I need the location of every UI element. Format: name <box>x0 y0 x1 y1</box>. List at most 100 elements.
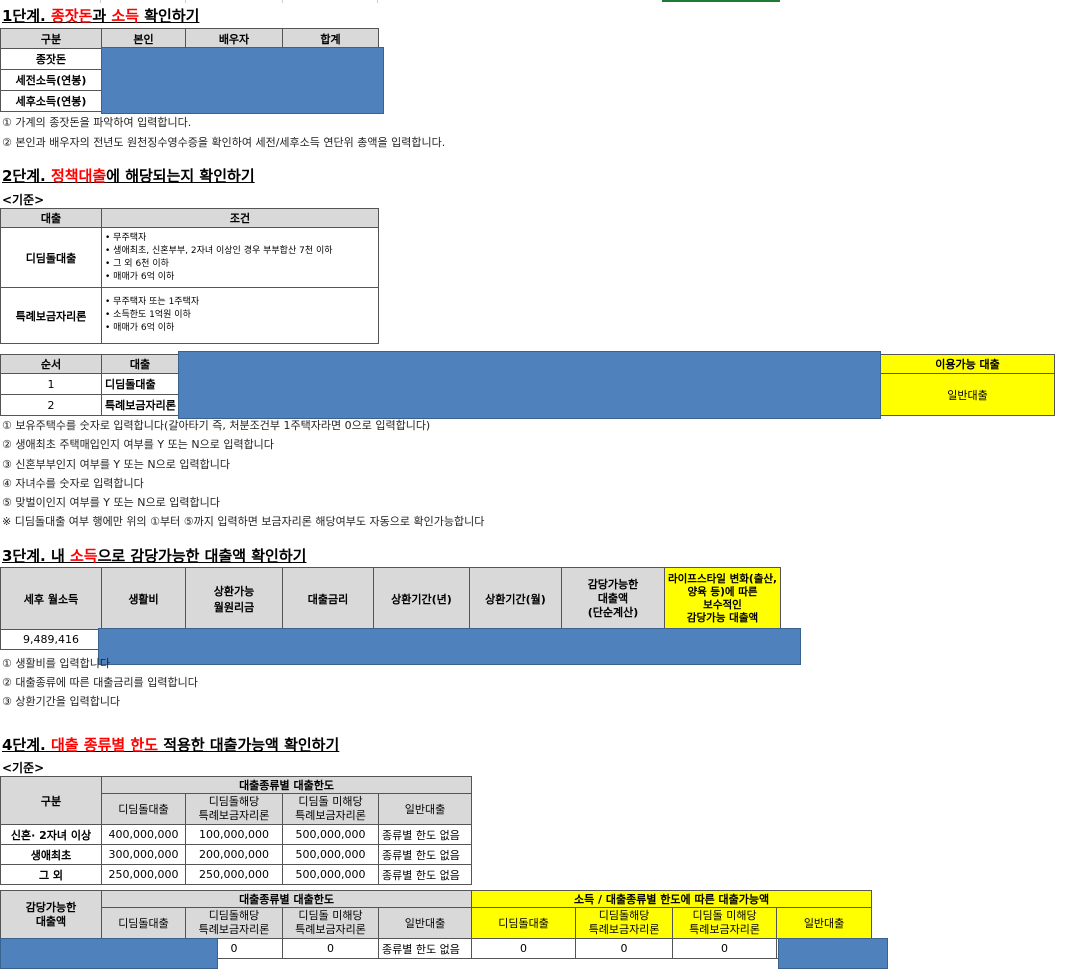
header-loan-type: 디딤돌해당 특례보금자리론 <box>185 907 283 939</box>
header-loan-type: 디딤돌 미해당 특례보금자리론 <box>282 793 379 825</box>
header-spouse: 배우자 <box>185 28 283 49</box>
header-available-group: 소득 / 대출종류별 한도에 따른 대출가능액 <box>471 890 873 908</box>
limit-value: 종류별 한도 없음 <box>377 824 473 845</box>
limit-value: 400,000,000 <box>101 824 186 845</box>
limit-value: 500,000,000 <box>282 864 379 885</box>
limit-value: 100,000,000 <box>185 824 283 845</box>
step2-criteria-label: <기준> <box>2 193 45 207</box>
header-loan-type: 디딤돌대출 <box>101 793 186 825</box>
redacted-block <box>101 47 384 114</box>
header-loan-type: 일반대출 <box>776 907 873 939</box>
criteria-conditions: • 무주택자 또는 1주택자 • 소득한도 1억원 이하 • 매매가 6억 이하 <box>101 287 379 344</box>
redacted-block <box>0 938 218 969</box>
header-loan-type: 디딤돌대출 <box>101 907 186 939</box>
header-condition: 조건 <box>101 208 379 228</box>
redacted-block <box>778 938 888 969</box>
condition-line: • 소득한도 1억원 이하 <box>105 310 191 320</box>
header-self: 본인 <box>101 28 186 49</box>
step2-title: 2단계. 정책대출에 해당되는지 확인하기 <box>2 167 255 185</box>
header-loan: 대출 <box>0 208 102 228</box>
step2-available-table: 이용가능 대출 일반대출 <box>880 354 1055 416</box>
step4-limit-table: 구분 대출종류별 대출한도 디딤돌대출 디딤돌해당 특례보금자리론 디딤돌 미해… <box>0 776 473 885</box>
row-label-seed-money: 종잣돈 <box>0 48 102 70</box>
step2-note-1: ① 보유주택수를 숫자로 입력합니다(갈아타기 즉, 처분조건부 1주택자라면 … <box>2 419 431 432</box>
result-limit-value: 0 <box>282 938 379 959</box>
limit-value: 200,000,000 <box>185 844 283 865</box>
eval-order: 1 <box>0 373 102 395</box>
limit-row-label: 신혼· 2자녀 이상 <box>0 824 102 845</box>
limit-row-label: 생애최초 <box>0 844 102 865</box>
header-living-cost: 생활비 <box>101 567 186 630</box>
header-loan: 대출 <box>101 354 179 374</box>
limit-value: 250,000,000 <box>185 864 283 885</box>
header-order: 순서 <box>0 354 102 374</box>
eval-loan-name: 디딤돌대출 <box>101 373 179 395</box>
step2-note-4: ④ 자녀수를 숫자로 입력합니다 <box>2 477 144 490</box>
header-term-years: 상환기간(년) <box>373 567 470 630</box>
step3-note-1: ① 생활비를 입력합니다 <box>2 657 110 670</box>
header-interest-rate: 대출금리 <box>282 567 374 630</box>
step3-note-2: ② 대출종류에 따른 대출금리를 입력합니다 <box>2 676 198 689</box>
header-loan-type: 디딤돌 미해당 특례보금자리론 <box>672 907 778 939</box>
header-affordable-loan: 감당가능한 대출액 <box>0 890 102 939</box>
row-label-aftertax-income: 세후소득(연봉) <box>0 90 102 112</box>
grid-line <box>185 0 283 3</box>
criteria-conditions: • 무주택자 • 생애최초, 신혼부부, 2자녀 이상인 경우 부부합산 7천 … <box>101 227 379 288</box>
condition-line: • 무주택자 <box>105 232 147 243</box>
limit-row-label: 그 외 <box>0 864 102 885</box>
step2-note-6: ※ 디딤돌대출 여부 행에만 위의 ①부터 ⑤까지 입력하면 보금자리론 해당여… <box>2 515 485 528</box>
limit-value: 500,000,000 <box>282 844 379 865</box>
grid-line <box>0 0 101 3</box>
condition-line: • 매매가 6억 이하 <box>105 271 175 282</box>
limit-value: 300,000,000 <box>101 844 186 865</box>
header-loan-type: 일반대출 <box>377 907 473 939</box>
grid-line <box>100 0 186 3</box>
step3-title: 3단계. 내 소득으로 감당가능한 대출액 확인하기 <box>2 547 307 565</box>
condition-line: • 매매가 6억 이하 <box>105 323 175 333</box>
available-loan-value: 일반대출 <box>880 373 1055 416</box>
redacted-block <box>98 628 801 665</box>
row-label-pretax-income: 세전소득(연봉) <box>0 69 102 91</box>
step3-note-3: ③ 상환기간을 입력합니다 <box>2 695 121 708</box>
eval-loan-name: 특례보금자리론 <box>101 394 179 416</box>
header-term-months: 상환기간(월) <box>469 567 562 630</box>
grid-line <box>282 0 378 3</box>
step1-note-2: ② 본인과 배우자의 전년도 원천징수영수증을 확인하여 세전/세후소득 연단위… <box>2 136 446 149</box>
redacted-block <box>178 351 881 419</box>
step4-title: 4단계. 대출 종류별 한도 적용한 대출가능액 확인하기 <box>2 736 340 754</box>
criteria-loan-name: 특례보금자리론 <box>0 287 102 344</box>
condition-line: • 생애최초, 신혼부부, 2자녀 이상인 경우 부부합산 7천 이하 <box>105 245 333 256</box>
condition-line: • 그 외 6천 이하 <box>105 258 169 269</box>
selected-cell-indicator <box>662 0 780 2</box>
step4-criteria-label: <기준> <box>2 761 45 775</box>
step2-criteria-table: 대출 조건 디딤돌대출 • 무주택자 • 생애최초, 신혼부부, 2자녀 이상인… <box>0 208 379 344</box>
condition-line: • 무주택자 또는 1주택자 <box>105 297 200 307</box>
header-loan-type: 디딤돌 미해당 특례보금자리론 <box>282 907 379 939</box>
header-affordable-simple: 감당가능한 대출액 (단순계산) <box>561 567 665 630</box>
header-loan-type: 디딤돌해당 특례보금자리론 <box>185 793 283 825</box>
header-loan-type: 디딤돌대출 <box>471 907 577 939</box>
header-affordable-conservative: 라이프스타일 변화(출산, 양육 등)에 따른 보수적인 감당가능 대출액 <box>664 567 781 630</box>
result-available-value: 0 <box>672 938 778 959</box>
header-monthly-income: 세후 월소득 <box>0 567 102 630</box>
step2-note-3: ③ 신혼부부인지 여부를 Y 또는 N으로 입력합니다 <box>2 458 230 471</box>
header-loan-type: 디딤돌해당 특례보금자리론 <box>575 907 674 939</box>
header-limit-group: 대출종류별 대출한도 <box>100 776 473 794</box>
step1-title: 1단계. 종잣돈과 소득 확인하기 <box>2 7 200 25</box>
step2-note-2: ② 생애최초 주택매입인지 여부를 Y 또는 N으로 입력합니다 <box>2 438 274 451</box>
header-total: 합계 <box>282 28 379 49</box>
step2-note-5: ⑤ 맞벌이인지 여부를 Y 또는 N으로 입력합니다 <box>2 496 220 509</box>
header-available-loan: 이용가능 대출 <box>880 354 1055 374</box>
header-repayable-monthly: 상환가능 월원리금 <box>185 567 283 630</box>
step2-eval-table: 순서 대출 1 디딤돌대출 2 특례보금자리론 <box>0 354 179 416</box>
result-available-value: 0 <box>575 938 674 959</box>
header-limit-group: 대출종류별 대출한도 <box>100 890 473 908</box>
step1-note-1: ① 가계의 종잣돈을 파악하여 입력합니다. <box>2 116 192 129</box>
limit-value: 종류별 한도 없음 <box>377 864 473 885</box>
criteria-loan-name: 디딤돌대출 <box>0 227 102 288</box>
header-loan-type: 일반대출 <box>377 793 473 825</box>
result-limit-value: 종류별 한도 없음 <box>377 938 473 959</box>
limit-value: 종류별 한도 없음 <box>377 844 473 865</box>
limit-value: 500,000,000 <box>282 824 379 845</box>
header-category: 구분 <box>0 776 102 825</box>
